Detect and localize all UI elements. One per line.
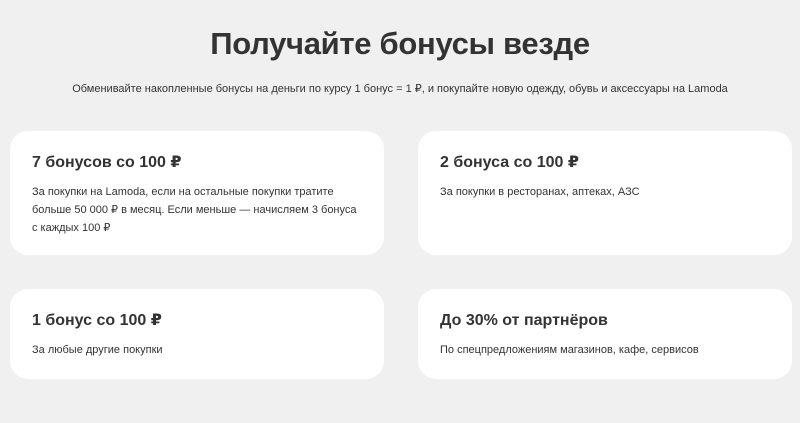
bonus-card-partners: До 30% от партнёров По спецпредложениям … [418, 289, 792, 379]
section-subtitle: Обменивайте накопленные бонусы на деньги… [72, 83, 728, 95]
card-heading: 2 бонуса со 100 ₽ [440, 154, 579, 171]
card-description: По спецпредложениям магазинов, кафе, сер… [440, 344, 699, 356]
card-description: За покупки на Lamoda, если на остальные … [32, 186, 357, 234]
card-heading: 1 бонус со 100 ₽ [32, 312, 162, 329]
bonus-card-lamoda: 7 бонусов со 100 ₽ За покупки на Lamoda,… [10, 131, 384, 255]
section-title: Получайте бонусы везде [210, 26, 590, 61]
card-heading: 7 бонусов со 100 ₽ [32, 154, 182, 171]
bonus-card-restaurants: 2 бонуса со 100 ₽ За покупки в ресторана… [418, 131, 792, 255]
bonus-card-other: 1 бонус со 100 ₽ За любые другие покупки [10, 289, 384, 379]
card-description: За любые другие покупки [32, 344, 163, 356]
card-description: За покупки в ресторанах, аптеках, АЗС [440, 186, 640, 198]
bonus-section: Получайте бонусы везде Обменивайте накоп… [0, 0, 800, 423]
card-heading: До 30% от партнёров [440, 312, 608, 329]
